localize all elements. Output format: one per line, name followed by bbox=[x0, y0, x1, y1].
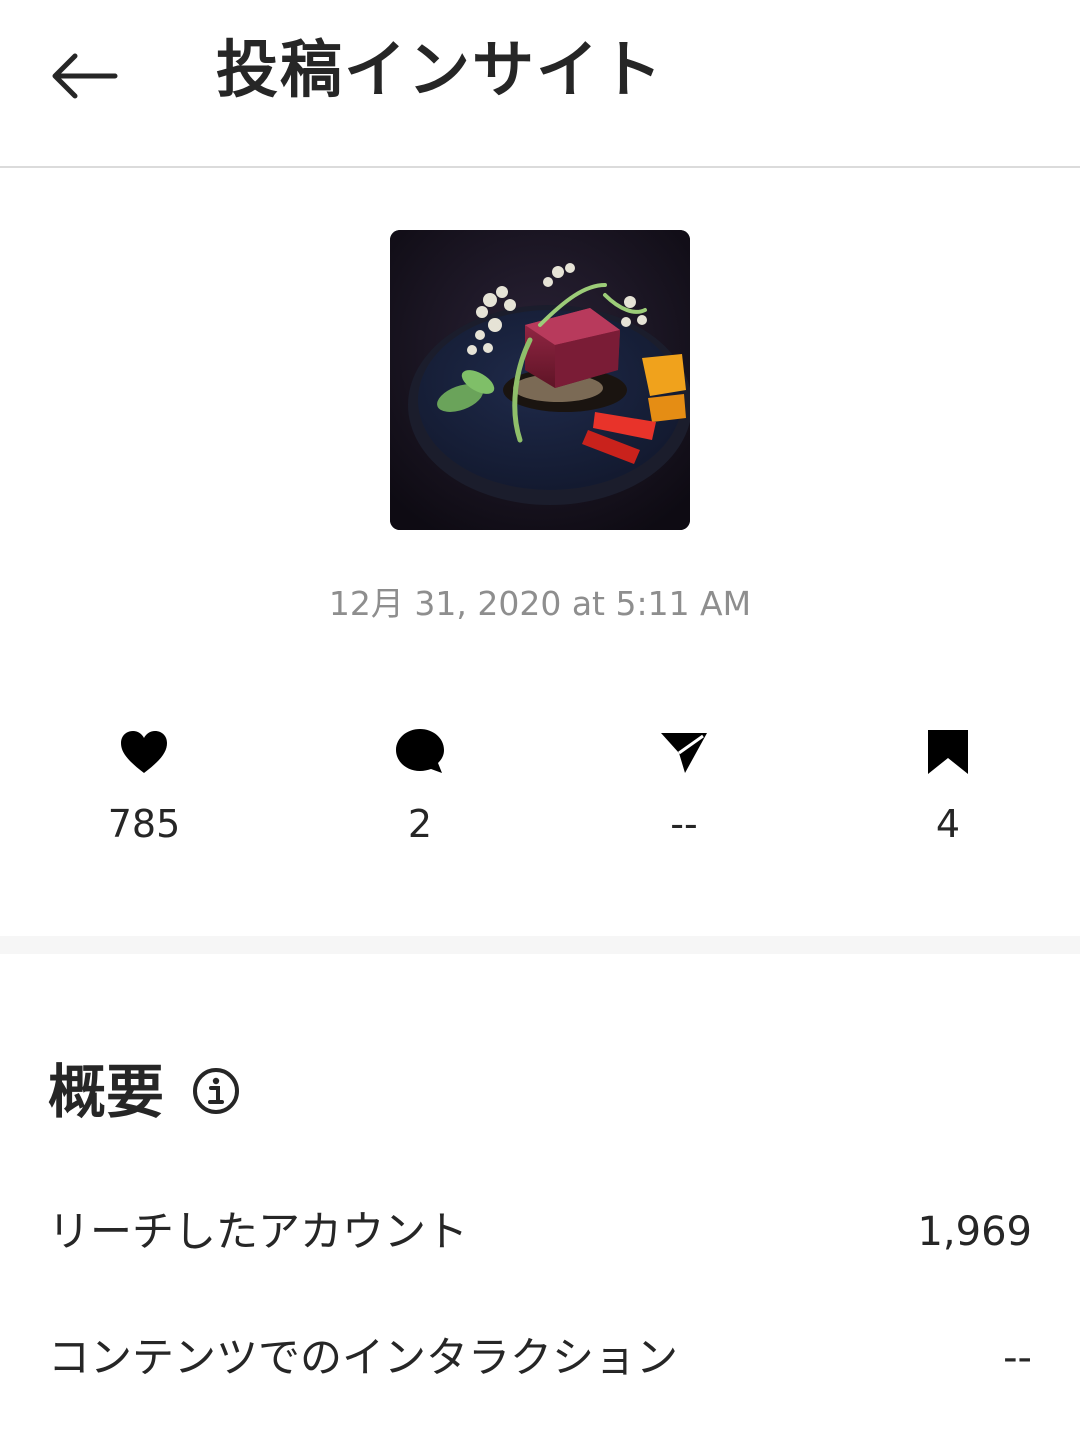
metric-row-reach[interactable]: リーチしたアカウント 1,969 bbox=[48, 1192, 1032, 1272]
stat-comments: 2 bbox=[320, 720, 520, 850]
post-date: 12月 31, 2020 at 5:11 AM bbox=[328, 584, 752, 623]
arrow-left-icon bbox=[52, 53, 118, 99]
metric-value: 1,969 bbox=[917, 1209, 1032, 1255]
post-image bbox=[390, 230, 690, 530]
engagement-stats: 785 2 -- 4 bbox=[0, 720, 1080, 860]
section-divider bbox=[0, 936, 1080, 954]
metric-label: コンテンツでのインタラクション bbox=[48, 1333, 679, 1382]
back-button[interactable] bbox=[36, 36, 132, 116]
bookmark-icon bbox=[928, 730, 968, 774]
post-insights-screen: 投稿インサイト 12月 31, 2020 at 5:11 AM 785 2 --… bbox=[0, 0, 1080, 1440]
page-title: 投稿インサイト bbox=[216, 33, 665, 106]
likes-count: 785 bbox=[107, 802, 181, 846]
stat-saves: 4 bbox=[848, 720, 1048, 850]
metric-value: -- bbox=[1003, 1335, 1032, 1381]
comments-count: 2 bbox=[407, 802, 433, 846]
metric-label: リーチしたアカウント bbox=[48, 1207, 469, 1256]
stat-likes: 785 bbox=[44, 720, 244, 850]
comment-icon bbox=[396, 729, 444, 773]
stat-shares: -- bbox=[584, 720, 784, 850]
post-thumbnail[interactable] bbox=[390, 230, 690, 530]
shares-count: -- bbox=[670, 802, 698, 846]
info-icon[interactable] bbox=[191, 1066, 241, 1116]
metric-row-interactions[interactable]: コンテンツでのインタラクション -- bbox=[48, 1318, 1032, 1398]
saves-count: 4 bbox=[935, 802, 961, 846]
heart-icon bbox=[121, 731, 167, 773]
top-bar: 投稿インサイト bbox=[0, 0, 1080, 168]
send-icon bbox=[661, 733, 707, 773]
overview-title: 概要 bbox=[48, 1058, 165, 1126]
